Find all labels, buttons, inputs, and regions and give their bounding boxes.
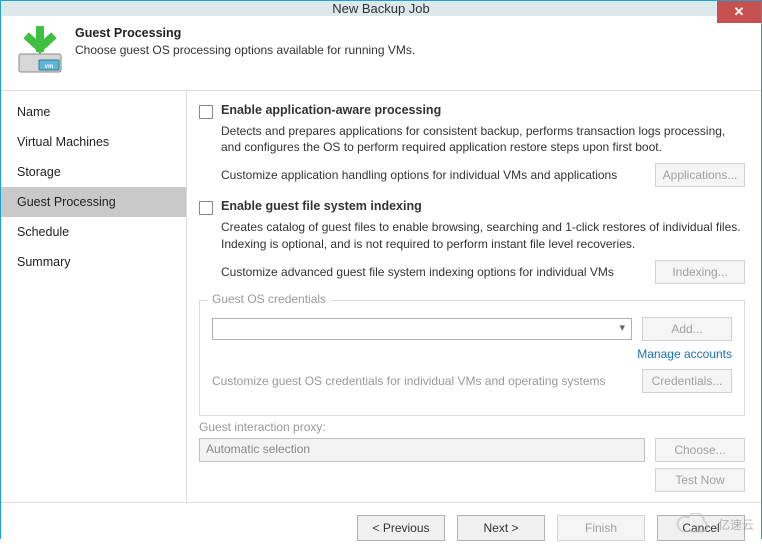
applications-button[interactable]: Applications... <box>655 163 745 187</box>
choose-proxy-button[interactable]: Choose... <box>655 438 745 462</box>
desc-indexing: Creates catalog of guest files to enable… <box>221 219 745 251</box>
indexing-button[interactable]: Indexing... <box>655 260 745 284</box>
sidebar-item-virtual-machines[interactable]: Virtual Machines <box>1 127 186 157</box>
credentials-legend: Guest OS credentials <box>208 292 330 306</box>
header-title: Guest Processing <box>75 26 415 40</box>
manage-accounts-link[interactable]: Manage accounts <box>212 347 732 361</box>
wizard-footer: < Previous Next > Finish Cancel <box>1 502 761 553</box>
credentials-fieldset: Guest OS credentials Add... Manage accou… <box>199 300 745 416</box>
cloud-icon <box>674 513 712 535</box>
label-indexing: Enable guest file system indexing <box>221 199 422 213</box>
test-now-button[interactable]: Test Now <box>655 468 745 492</box>
next-button[interactable]: Next > <box>457 515 545 541</box>
proxy-label: Guest interaction proxy: <box>199 420 745 434</box>
guest-processing-icon: vm <box>15 26 65 76</box>
sidebar-item-summary[interactable]: Summary <box>1 247 186 277</box>
dialog-window: New Backup Job ✕ vm Guest Processing Cho… <box>0 0 762 539</box>
wizard-header: vm Guest Processing Choose guest OS proc… <box>1 16 761 90</box>
proxy-textbox[interactable]: Automatic selection <box>199 438 645 462</box>
wizard-body: Name Virtual Machines Storage Guest Proc… <box>1 90 761 502</box>
watermark: 亿速云 <box>674 513 754 535</box>
window-title: New Backup Job <box>332 1 430 16</box>
sidebar-item-guest-processing[interactable]: Guest Processing <box>1 187 186 217</box>
credentials-button[interactable]: Credentials... <box>642 369 732 393</box>
label-app-aware: Enable application-aware processing <box>221 103 441 117</box>
titlebar: New Backup Job ✕ <box>1 1 761 16</box>
add-credentials-button[interactable]: Add... <box>642 317 732 341</box>
finish-button[interactable]: Finish <box>557 515 645 541</box>
content-pane: Enable application-aware processing Dete… <box>186 91 761 502</box>
text-app-customize: Customize application handling options f… <box>221 168 655 182</box>
wizard-sidebar: Name Virtual Machines Storage Guest Proc… <box>1 91 186 502</box>
credentials-dropdown[interactable] <box>212 318 632 340</box>
previous-button[interactable]: < Previous <box>357 515 445 541</box>
desc-app-aware: Detects and prepares applications for co… <box>221 123 745 155</box>
close-button[interactable]: ✕ <box>717 1 761 23</box>
sidebar-item-storage[interactable]: Storage <box>1 157 186 187</box>
svg-text:vm: vm <box>45 64 54 70</box>
checkbox-app-aware[interactable] <box>199 105 213 119</box>
watermark-text: 亿速云 <box>718 516 754 533</box>
sidebar-item-schedule[interactable]: Schedule <box>1 217 186 247</box>
sidebar-item-name[interactable]: Name <box>1 97 186 127</box>
text-cred-customize: Customize guest OS credentials for indiv… <box>212 374 642 388</box>
checkbox-indexing[interactable] <box>199 201 213 215</box>
header-subtitle: Choose guest OS processing options avail… <box>75 43 415 57</box>
text-index-customize: Customize advanced guest file system ind… <box>221 265 655 279</box>
